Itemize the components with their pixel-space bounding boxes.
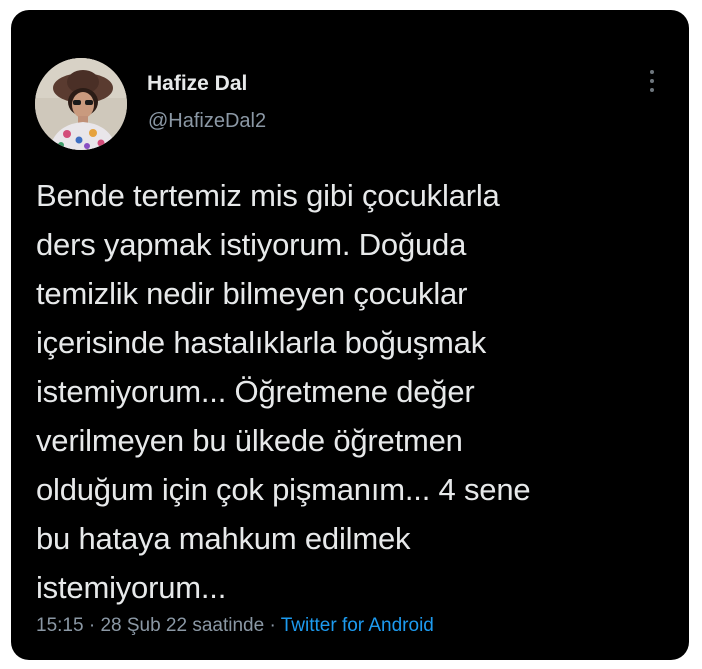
meta-separator: ·	[83, 615, 101, 636]
author-handle[interactable]: @HafizeDal2	[148, 109, 266, 133]
tweet-text-line: temizlik nedir bilmeyen çocuklar	[36, 276, 468, 311]
tweet-text-line: olduğum için çok pişmanım... 4 sene	[36, 472, 531, 507]
tweet-text-line: bu hataya mahkum edilmek	[36, 521, 411, 556]
more-vertical-icon[interactable]	[645, 68, 659, 94]
tweet-text-line: içerisinde hastalıklarla boğuşmak	[36, 325, 487, 360]
tweet-source-link[interactable]: Twitter for Android	[281, 615, 434, 636]
tweet-date[interactable]: 28 Şub 22 saatinde	[100, 615, 264, 636]
author-name[interactable]: Hafize Dal	[147, 71, 247, 97]
tweet-time[interactable]: 15:15	[36, 615, 84, 636]
tweet-text-line: istemiyorum... Öğretmene değer	[36, 374, 475, 409]
tweet-text: Bende tertemiz mis gibi çocuklarla ders …	[36, 171, 676, 612]
tweet-card: Hafize Dal @HafizeDal2 Bende tertemiz mi…	[11, 10, 689, 660]
tweet-meta: 15:15 · 28 Şub 22 saatinde · Twitter for…	[36, 614, 434, 638]
author-avatar[interactable]	[35, 58, 127, 150]
tweet-text-line: verilmeyen bu ülkede öğretmen	[36, 423, 463, 458]
tweet-text-line: Bende tertemiz mis gibi çocuklarla	[36, 178, 500, 213]
tweet-text-line: ders yapmak istiyorum. Doğuda	[36, 227, 467, 262]
meta-separator: ·	[264, 615, 281, 636]
avatar-image	[35, 58, 127, 150]
tweet-text-line: istemiyorum...	[36, 570, 227, 605]
